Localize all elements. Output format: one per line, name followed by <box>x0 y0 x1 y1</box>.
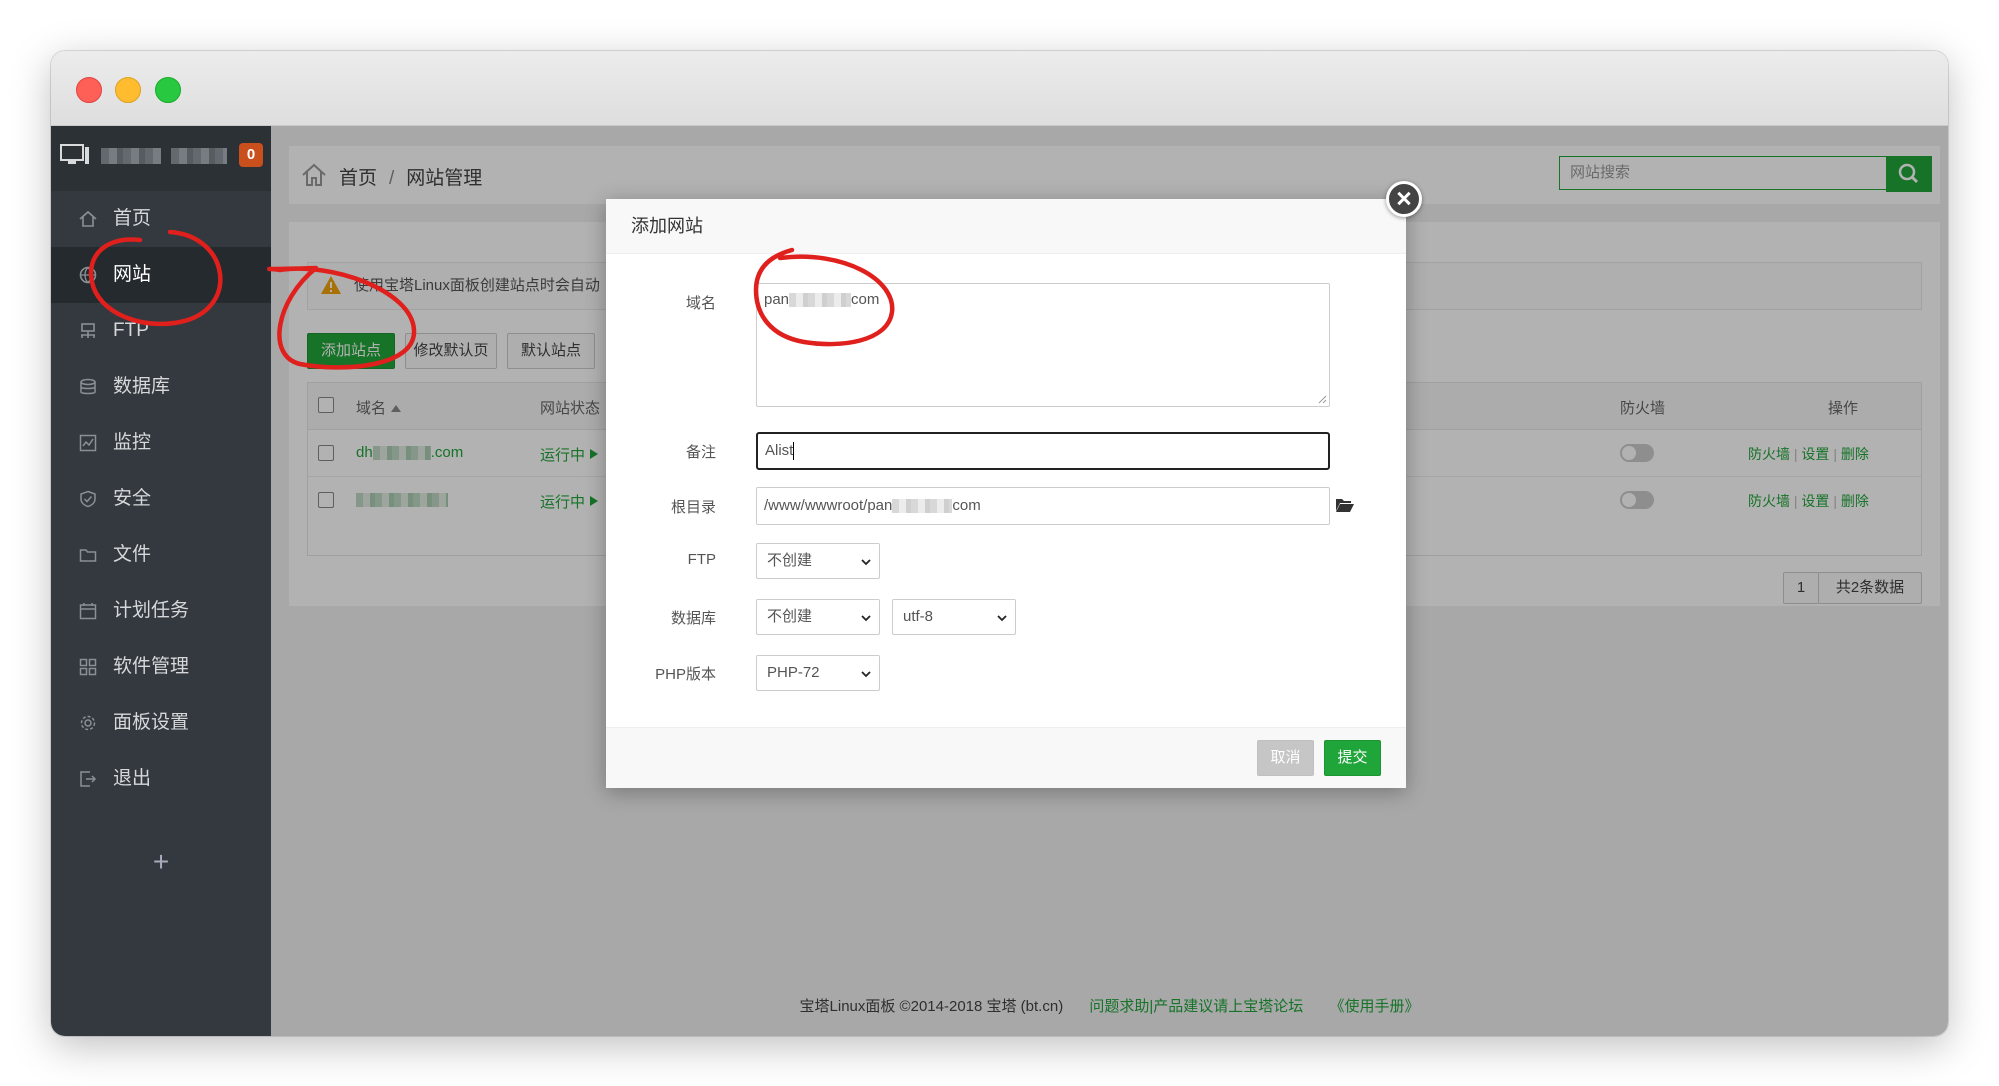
sidebar-item-home[interactable]: 首页 <box>51 191 271 247</box>
sidebar-item-ftp[interactable]: FTP <box>51 303 271 359</box>
ftp-select[interactable]: 不创建 <box>756 543 880 579</box>
remark-value: Alist <box>765 442 794 459</box>
gear-icon <box>80 715 96 731</box>
dialog-footer: 取消 提交 <box>606 727 1406 788</box>
redacted-path <box>892 499 953 514</box>
root-dir-input[interactable]: /www/wwwroot/pan com <box>756 487 1330 525</box>
root-dir-label: 根目录 <box>670 499 716 516</box>
chevron-down-icon <box>861 559 871 566</box>
notification-badge[interactable]: 0 <box>239 143 263 167</box>
submit-button[interactable]: 提交 <box>1324 740 1381 776</box>
ftp-select-value: 不创建 <box>767 552 813 569</box>
sidebar-item-security[interactable]: 安全 <box>51 471 271 527</box>
text-cursor <box>793 442 795 461</box>
sidebar-item-label: 文件 <box>113 544 152 565</box>
domain-value-prefix: pan <box>764 291 790 308</box>
sidebar-item-label: 数据库 <box>113 376 171 397</box>
database-icon <box>80 378 96 395</box>
database-select[interactable]: 不创建 <box>756 599 880 635</box>
server-name-redacted <box>101 148 161 164</box>
domain-textarea[interactable]: pan com <box>756 283 1330 407</box>
home-icon <box>79 210 97 227</box>
database-select-value: 不创建 <box>767 608 813 625</box>
sidebar-item-label: 退出 <box>113 768 152 789</box>
sidebar-item-label: 网站 <box>113 264 152 285</box>
sidebar-item-label: FTP <box>113 320 149 341</box>
logout-icon <box>80 771 97 787</box>
sidebar-item-logout[interactable]: 退出 <box>51 751 271 807</box>
close-window-button[interactable] <box>76 77 102 103</box>
chevron-down-icon <box>997 615 1007 622</box>
zoom-window-button[interactable] <box>155 77 181 103</box>
globe-icon <box>79 266 97 284</box>
chevron-down-icon <box>861 615 871 622</box>
title-bar <box>51 51 1948 126</box>
ftp-label: FTP <box>687 551 716 568</box>
sidebar-item-files[interactable]: 文件 <box>51 527 271 583</box>
chevron-down-icon <box>861 671 871 678</box>
sidebar-menu: 首页 网站 FTP 数据库 监控 安全 文件 计划任务 软件管理 面板设置 退出 <box>51 191 271 807</box>
sidebar-item-label: 首页 <box>113 208 152 229</box>
server-info: 0 <box>51 126 271 191</box>
php-version-label: PHP版本 <box>655 666 716 683</box>
shield-icon <box>80 490 96 508</box>
calendar-icon <box>79 603 97 620</box>
sidebar-item-monitor[interactable]: 监控 <box>51 415 271 471</box>
php-version-select-value: PHP-72 <box>767 664 820 681</box>
sidebar-item-label: 计划任务 <box>113 600 190 621</box>
add-menu-button[interactable]: + <box>51 846 271 878</box>
remark-label: 备注 <box>685 444 716 461</box>
apps-grid-icon <box>79 658 97 676</box>
dialog-title: 添加网站 <box>606 199 1406 254</box>
root-value-suffix: com <box>952 497 981 514</box>
charset-select[interactable]: utf-8 <box>892 599 1016 635</box>
php-version-select[interactable]: PHP-72 <box>756 655 880 691</box>
server-ip-redacted <box>171 148 227 164</box>
add-website-dialog: 添加网站 域名 pan com 备注 Alist 根目录 /www/wwwroot… <box>606 181 1422 788</box>
cancel-button[interactable]: 取消 <box>1257 740 1314 776</box>
dialog-close-button[interactable] <box>1386 181 1422 217</box>
folder-open-icon[interactable] <box>1335 497 1355 513</box>
sidebar-item-website[interactable]: 网站 <box>51 247 271 303</box>
sidebar-item-settings[interactable]: 面板设置 <box>51 695 271 751</box>
redacted-domain <box>789 293 852 308</box>
monitor-chart-icon <box>79 434 97 452</box>
root-value-prefix: /www/wwwroot/pan <box>764 497 893 514</box>
monitor-icon <box>60 144 89 164</box>
database-label: 数据库 <box>670 610 716 627</box>
domain-label: 域名 <box>685 295 716 312</box>
network-icon <box>81 323 95 338</box>
sidebar-item-database[interactable]: 数据库 <box>51 359 271 415</box>
sidebar-item-label: 监控 <box>113 432 152 453</box>
folder-icon <box>79 549 97 562</box>
sidebar-item-label: 安全 <box>113 488 152 509</box>
minimize-window-button[interactable] <box>115 77 141 103</box>
remark-input[interactable]: Alist <box>756 432 1330 470</box>
sidebar: 0 首页 网站 FTP 数据库 监控 安全 文件 计划任务 软件管理 面板设置 … <box>51 126 271 1036</box>
sidebar-item-label: 软件管理 <box>113 656 190 677</box>
sidebar-item-cron[interactable]: 计划任务 <box>51 583 271 639</box>
charset-select-value: utf-8 <box>903 608 934 625</box>
sidebar-item-label: 面板设置 <box>113 712 190 733</box>
domain-value-suffix: com <box>851 291 880 308</box>
resize-handle-icon[interactable] <box>1317 394 1327 404</box>
sidebar-item-software[interactable]: 软件管理 <box>51 639 271 695</box>
